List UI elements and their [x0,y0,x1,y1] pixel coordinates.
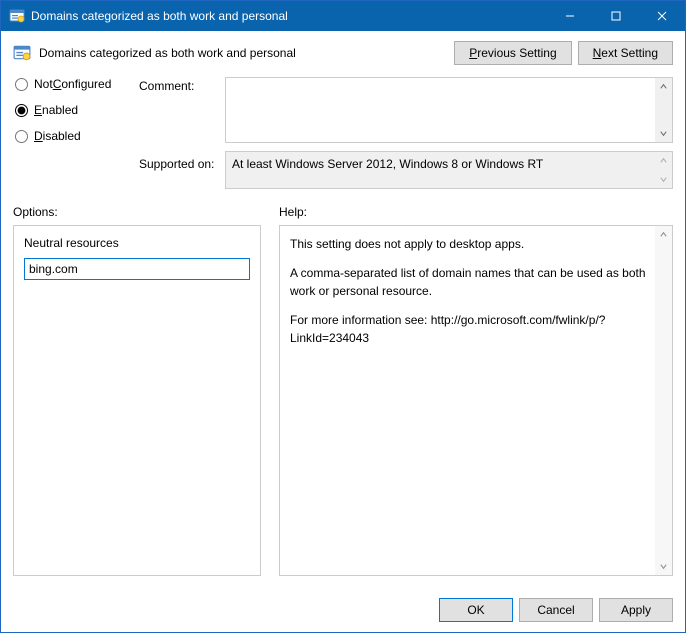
label-options: Options: [13,205,261,219]
scroll-down-icon [655,171,672,188]
radio-enabled-input[interactable] [15,104,28,117]
radio-enabled[interactable]: Enabled [13,103,133,117]
policy-caption: Domains categorized as both work and per… [39,46,296,60]
label-supported-on: Supported on: [139,151,219,171]
scroll-down-icon[interactable] [655,558,672,575]
apply-button[interactable]: Apply [599,598,673,622]
help-scrollbar[interactable] [655,226,672,575]
comment-scrollbar[interactable] [655,78,672,142]
help-paragraph: A comma-separated list of domain names t… [290,265,646,300]
window: Domains categorized as both work and per… [0,0,686,633]
next-setting-button[interactable]: Next Setting [578,41,673,65]
window-title: Domains categorized as both work and per… [31,9,288,23]
help-paragraph: For more information see: http://go.micr… [290,312,646,347]
help-paragraph: This setting does not apply to desktop a… [290,236,646,253]
header-row: Domains categorized as both work and per… [13,41,673,65]
scroll-up-icon[interactable] [655,226,672,243]
previous-setting-button[interactable]: Previous Setting [454,41,571,65]
radio-disabled-input[interactable] [15,130,28,143]
minimize-button[interactable] [547,1,593,31]
help-pane: This setting does not apply to desktop a… [279,225,673,576]
label-comment: Comment: [139,77,219,93]
label-help: Help: [279,205,673,219]
comment-field[interactable] [225,77,673,143]
pane-headers: Options: Help: [13,205,673,219]
options-pane: Neutral resources [13,225,261,576]
help-text: This setting does not apply to desktop a… [290,236,662,347]
close-button[interactable] [639,1,685,31]
pane-bodies: Neutral resources This setting does not … [13,225,673,576]
options-field-label: Neutral resources [24,236,250,250]
state-radio-group: Not Configured Enabled Disabled [13,77,133,155]
radio-not-configured-input[interactable] [15,78,28,91]
cancel-button[interactable]: Cancel [519,598,593,622]
supported-on-value: At least Windows Server 2012, Windows 8 … [232,157,543,171]
top-grid: Not Configured Enabled Disabled Comment: [13,77,673,189]
ok-button[interactable]: OK [439,598,513,622]
footer: OK Cancel Apply [1,588,685,632]
titlebar: Domains categorized as both work and per… [1,1,685,31]
content: Domains categorized as both work and per… [1,31,685,588]
supported-on-field: At least Windows Server 2012, Windows 8 … [225,151,673,189]
scroll-down-icon[interactable] [655,125,672,142]
radio-disabled[interactable]: Disabled [13,129,133,143]
neutral-resources-input[interactable] [24,258,250,280]
app-icon [9,8,25,24]
radio-not-configured[interactable]: Not Configured [13,77,133,91]
scroll-up-icon [655,152,672,169]
policy-icon [13,44,31,62]
scroll-up-icon[interactable] [655,78,672,95]
supported-scrollbar [655,152,672,188]
maximize-button[interactable] [593,1,639,31]
